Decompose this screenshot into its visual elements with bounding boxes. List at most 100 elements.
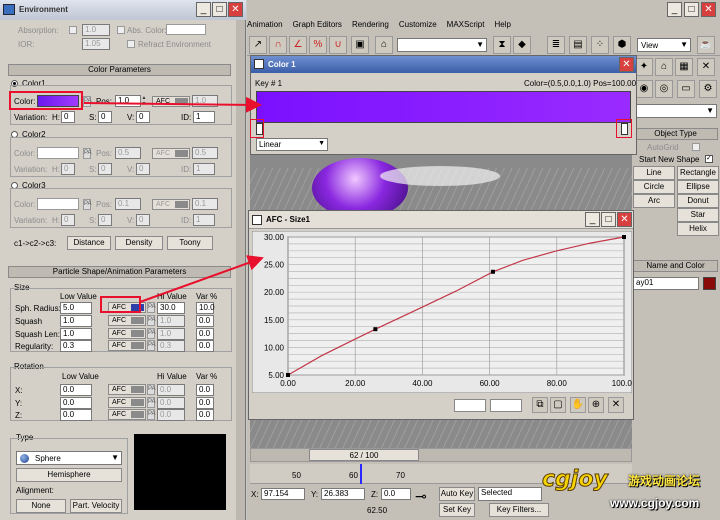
color3-pa-button[interactable]: PA bbox=[83, 199, 92, 210]
named-selection-icon[interactable]: ▣ bbox=[351, 36, 369, 54]
render-icon[interactable]: ☕ bbox=[697, 36, 715, 54]
color-parameters-header[interactable]: Color Parameters bbox=[8, 64, 231, 76]
name-color-header[interactable]: Name and Color bbox=[633, 260, 718, 272]
arc-button[interactable]: Arc bbox=[633, 194, 675, 208]
env-scrollbar[interactable] bbox=[236, 20, 245, 520]
modify-icon[interactable]: ⌂ bbox=[655, 58, 673, 76]
schematic-view-icon[interactable]: ⁘ bbox=[591, 36, 609, 54]
rot-y-hi-input[interactable]: 0.0 bbox=[157, 397, 185, 409]
rot-y-pa-button[interactable]: PA bbox=[147, 397, 156, 408]
helper-icon[interactable]: ▭ bbox=[677, 80, 695, 98]
abs-color-checkbox[interactable] bbox=[117, 26, 125, 34]
particle-shape-header[interactable]: Particle Shape/Animation Parameters bbox=[8, 266, 231, 278]
donut-button[interactable]: Donut bbox=[677, 194, 719, 208]
main-maximize-button[interactable]: □ bbox=[684, 2, 699, 17]
squash-low-input[interactable]: 1.0 bbox=[60, 315, 92, 327]
main-minimize-button[interactable]: _ bbox=[667, 2, 682, 17]
color1-pa-button[interactable]: PA bbox=[83, 96, 92, 107]
color1-dialog-close-button[interactable]: ✕ bbox=[619, 57, 634, 72]
delete-key-icon[interactable]: ✕ bbox=[608, 397, 624, 413]
snap-3-icon[interactable]: ∩ bbox=[269, 36, 287, 54]
spinner-snap-icon[interactable]: ∪ bbox=[329, 36, 347, 54]
helix-button[interactable]: Helix bbox=[677, 222, 719, 236]
minimize-button[interactable]: _ bbox=[196, 2, 211, 17]
menu-help[interactable]: Help bbox=[494, 20, 510, 29]
layer-manager-icon[interactable]: ≣ bbox=[547, 36, 565, 54]
select-link-icon[interactable]: ↗ bbox=[249, 36, 267, 54]
named-selection-dropdown-icon[interactable]: ⌂ bbox=[375, 36, 393, 54]
squash-var-input[interactable]: 0.0 bbox=[196, 315, 214, 327]
main-close-button[interactable]: ✕ bbox=[701, 2, 716, 17]
rot-z-hi-input[interactable]: 0.0 bbox=[157, 409, 185, 421]
x-coord-input[interactable]: 97.154 bbox=[261, 488, 305, 500]
systems-icon[interactable]: ⚙ bbox=[699, 80, 717, 98]
rot-z-pa-button[interactable]: PA bbox=[147, 409, 156, 420]
color1-pos-spinner[interactable]: ▲ ▼ bbox=[141, 95, 147, 107]
percent-snap-icon[interactable]: % bbox=[309, 36, 327, 54]
object-color-swatch[interactable] bbox=[703, 277, 716, 290]
color2-pa-button[interactable]: PA bbox=[83, 148, 92, 159]
rot-x-hi-input[interactable]: 0.0 bbox=[157, 384, 185, 396]
density-button[interactable]: Density bbox=[115, 236, 163, 250]
color1-afc-input[interactable]: 1.0 bbox=[192, 95, 218, 107]
align-icon[interactable]: ◆ bbox=[513, 36, 531, 54]
rot-x-pa-button[interactable]: PA bbox=[147, 384, 156, 395]
rot-z-var-input[interactable]: 0.0 bbox=[196, 409, 214, 421]
category-dropdown[interactable]: ▼ bbox=[635, 104, 717, 118]
color2-afc-input[interactable]: 0.5 bbox=[192, 147, 218, 159]
squash-len-low-input[interactable]: 1.0 bbox=[60, 328, 92, 340]
distance-button[interactable]: Distance bbox=[67, 236, 111, 250]
start-new-shape-checkbox[interactable]: ✓ bbox=[705, 155, 713, 163]
regularity-var-input[interactable]: 0.0 bbox=[196, 340, 214, 352]
pan-icon[interactable]: ✋ bbox=[570, 397, 586, 413]
angle-snap-icon[interactable]: ∠ bbox=[289, 36, 307, 54]
create-icon[interactable]: ✦ bbox=[635, 58, 653, 76]
abs-color-swatch[interactable] bbox=[166, 24, 206, 35]
time-slider-thumb[interactable]: 62 / 100 bbox=[309, 449, 419, 461]
object-name-input[interactable]: ay01 bbox=[633, 277, 699, 290]
color1-afc-button[interactable]: AFC bbox=[152, 96, 190, 107]
y-coord-input[interactable]: 26.383 bbox=[321, 488, 365, 500]
rot-z-afc-button[interactable]: AFC bbox=[108, 409, 146, 420]
color3-s-input[interactable]: 0 bbox=[98, 214, 112, 226]
named-selection-dropdown[interactable]: ▼ bbox=[397, 38, 487, 52]
color1-pos-input[interactable]: 1.0 bbox=[115, 95, 141, 107]
rectangle-button[interactable]: Rectangle bbox=[677, 166, 719, 180]
circle-button[interactable]: Circle bbox=[633, 180, 675, 194]
hierarchy-icon[interactable]: ▦ bbox=[675, 58, 693, 76]
menu-animation[interactable]: Animation bbox=[247, 20, 283, 29]
type-dropdown[interactable]: Sphere ▼ bbox=[16, 451, 122, 465]
squash-len-hi-input[interactable]: 1.0 bbox=[157, 328, 185, 340]
align-velocity-button[interactable]: Part. Velocity bbox=[70, 499, 122, 513]
squash-hi-input[interactable]: 1.0 bbox=[157, 315, 185, 327]
rot-x-low-input[interactable]: 0.0 bbox=[60, 384, 92, 396]
color3-afc-input[interactable]: 0.1 bbox=[192, 198, 218, 210]
afc-value-field-2[interactable] bbox=[490, 399, 522, 412]
sph-radius-hi-input[interactable]: 30.0 bbox=[157, 302, 185, 314]
color3-afc-button[interactable]: AFC bbox=[152, 199, 190, 210]
align-none-button[interactable]: None bbox=[16, 499, 66, 513]
view-dropdown[interactable]: View ▼ bbox=[637, 38, 691, 52]
rot-x-var-input[interactable]: 0.0 bbox=[196, 384, 214, 396]
camera-icon[interactable]: ◎ bbox=[655, 80, 673, 98]
rot-y-low-input[interactable]: 0.0 bbox=[60, 397, 92, 409]
menu-rendering[interactable]: Rendering bbox=[352, 20, 389, 29]
utilities-icon[interactable]: ✕ bbox=[697, 58, 715, 76]
afc-minimize-button[interactable]: _ bbox=[585, 212, 600, 227]
color1-v-input[interactable]: 0 bbox=[136, 111, 150, 123]
color2-v-input[interactable]: 0 bbox=[136, 163, 150, 175]
hemisphere-button[interactable]: Hemisphere bbox=[16, 468, 122, 482]
color2-id-input[interactable]: 1 bbox=[193, 163, 215, 175]
ior-input[interactable]: 1.05 bbox=[82, 38, 110, 50]
color1-s-input[interactable]: 0 bbox=[98, 111, 112, 123]
time-slider[interactable]: 62 / 100 bbox=[250, 448, 632, 462]
color2-pos-input[interactable]: 0.5 bbox=[115, 147, 141, 159]
maximize-button[interactable]: □ bbox=[212, 2, 227, 17]
rot-z-low-input[interactable]: 0.0 bbox=[60, 409, 92, 421]
color2-afc-button[interactable]: AFC bbox=[152, 148, 190, 159]
squash-pa-button[interactable]: PA bbox=[147, 315, 156, 326]
squash-afc-button[interactable]: AFC bbox=[108, 315, 146, 326]
ellipse-button[interactable]: Ellipse bbox=[677, 180, 719, 194]
material-editor-icon[interactable]: ⬢ bbox=[613, 36, 631, 54]
sph-radius-pa-button[interactable]: PA bbox=[147, 302, 156, 313]
